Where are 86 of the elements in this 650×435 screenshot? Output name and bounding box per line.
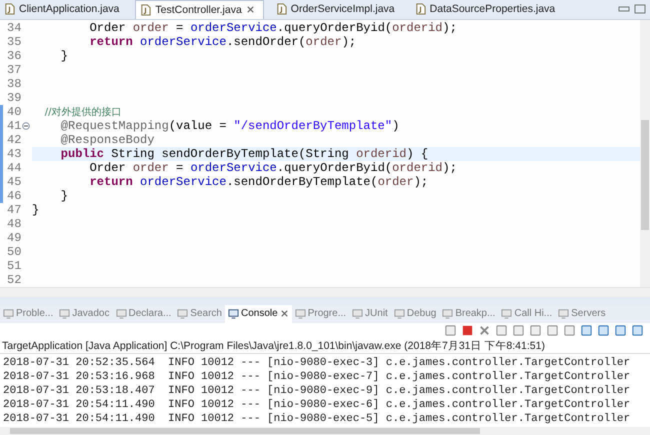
code-line: }: [32, 202, 40, 217]
view-tab[interactable]: Javadoc: [56, 305, 112, 323]
close-icon[interactable]: [478, 324, 491, 338]
line-number: 40: [6, 104, 22, 119]
line-number: 39: [6, 90, 22, 105]
view-icon: [59, 308, 70, 320]
code-line: }: [60, 188, 68, 203]
line-number: 41: [6, 118, 22, 133]
view-icon: [352, 308, 364, 320]
view-tab[interactable]: Call Hi...: [498, 305, 556, 323]
toolbar-icon[interactable]: [529, 324, 542, 338]
code-line: Order order = orderService.queryOrderByid(orderid);: [88, 160, 457, 175]
view-icon: [294, 308, 306, 320]
code-line: @RequestMapping(value = "/sendOrderByTemplate"): [60, 118, 400, 133]
line-number: 36: [6, 48, 22, 63]
view-icon: [394, 308, 405, 320]
view-icon: [3, 308, 14, 320]
code-line: Order order = orderService.queryOrderByid(orderid);: [88, 20, 457, 35]
line-number: 45: [6, 174, 22, 189]
monitor-icon: [228, 308, 239, 320]
console-header: TargetApplication [Java Application] C:\Program Files\Java\jre1.8.0_101\bin\javaw.exe (2018年7月31日 下午8:41:51): [0, 339, 650, 354]
line-number: 43: [6, 146, 22, 161]
minimize-icon[interactable]: [618, 4, 630, 14]
java-file-icon: [140, 4, 152, 16]
editor-tab[interactable]: TestController.java: [135, 0, 264, 19]
stop-icon[interactable]: [461, 324, 474, 338]
horizontal-scrollbar[interactable]: [0, 286, 650, 298]
line-number: 50: [6, 244, 22, 259]
line-number: 37: [6, 62, 22, 77]
console-line: 2018-07-31 20:52:35.564 INFO 10012 --- [nio-9080-exec-3] c.e.james.controller.TargetController: [2, 356, 632, 370]
console-line: 2018-07-31 20:54:11.490 INFO 10012 --- [nio-9080-exec-5] c.e.james.controller.TargetController: [2, 412, 632, 426]
vertical-scrollbar[interactable]: [640, 20, 650, 287]
code-line: return orderService.sendOrder(order);: [88, 34, 356, 49]
line-number: 42: [6, 132, 22, 147]
toolbar-icon[interactable]: [631, 324, 644, 338]
editor-tab[interactable]: ClientApplication.java: [0, 0, 128, 19]
line-number: 48: [6, 216, 22, 231]
line-number: 46: [6, 188, 22, 203]
code-line: @ResponseBody: [60, 132, 154, 147]
line-number: 49: [6, 230, 22, 245]
toolbar-icon[interactable]: [512, 324, 525, 338]
code-line: }: [60, 48, 68, 63]
code-line: public String sendOrderByTemplate(String orderid) {: [60, 146, 428, 161]
toolbar-icon[interactable]: [580, 324, 593, 338]
view-tab[interactable]: Debug: [390, 305, 440, 323]
line-number: 52: [6, 272, 22, 287]
line-number: 34: [6, 20, 22, 35]
view-tab[interactable]: Search: [174, 305, 225, 323]
view-icon: [442, 308, 454, 320]
line-number: 38: [6, 76, 22, 91]
code-line: return orderService.sendOrderByTemplate(order);: [88, 174, 428, 189]
toolbar-icon[interactable]: [597, 324, 610, 338]
view-tab[interactable]: Progre...: [292, 305, 350, 323]
line-number: 51: [6, 258, 22, 273]
close-icon[interactable]: [246, 5, 255, 14]
editor-tab[interactable]: DataSourceProperties.java: [410, 0, 564, 19]
toolbar-icon[interactable]: [444, 324, 457, 338]
editor-tab[interactable]: OrderServiceImpl.java: [272, 0, 403, 19]
view-tab[interactable]: Breakp...: [439, 305, 498, 323]
java-file-icon: [4, 3, 15, 16]
java-file-icon: [276, 3, 287, 16]
line-number: 35: [6, 34, 22, 49]
horizontal-scrollbar[interactable]: [0, 427, 650, 435]
view-tab[interactable]: Proble...: [0, 305, 56, 323]
line-number: 44: [6, 160, 22, 175]
view-icon: [177, 308, 188, 320]
view-icon: [558, 308, 570, 320]
maximize-icon[interactable]: [634, 4, 646, 14]
console-line: 2018-07-31 20:53:18.407 INFO 10012 --- [nio-9080-exec-9] c.e.james.controller.TargetController: [2, 384, 632, 398]
view-tab[interactable]: Servers: [555, 305, 609, 323]
java-file-icon: [414, 3, 426, 16]
view-tab[interactable]: Declara...: [112, 305, 174, 323]
view-icon: [501, 308, 512, 320]
console-line: 2018-07-31 20:53:16.968 INFO 10012 --- [nio-9080-exec-7] c.e.james.controller.TargetController: [2, 370, 632, 384]
view-tab[interactable]: Console: [224, 305, 292, 323]
toolbar-icon[interactable]: [563, 324, 576, 338]
console-line: 2018-07-31 20:54:11.490 INFO 10012 --- [nio-9080-exec-6] c.e.james.controller.TargetController: [2, 398, 632, 412]
collapse-icon[interactable]: [22, 122, 30, 130]
toolbar-icon[interactable]: [495, 324, 508, 338]
view-tab[interactable]: JUnit: [349, 305, 391, 323]
line-number: 47: [6, 202, 22, 217]
toolbar-icon[interactable]: [614, 324, 627, 338]
code-line: //对外提供的接口: [44, 106, 122, 119]
view-icon: [116, 308, 126, 320]
close-icon[interactable]: [280, 309, 289, 318]
toolbar-icon[interactable]: [546, 324, 559, 338]
